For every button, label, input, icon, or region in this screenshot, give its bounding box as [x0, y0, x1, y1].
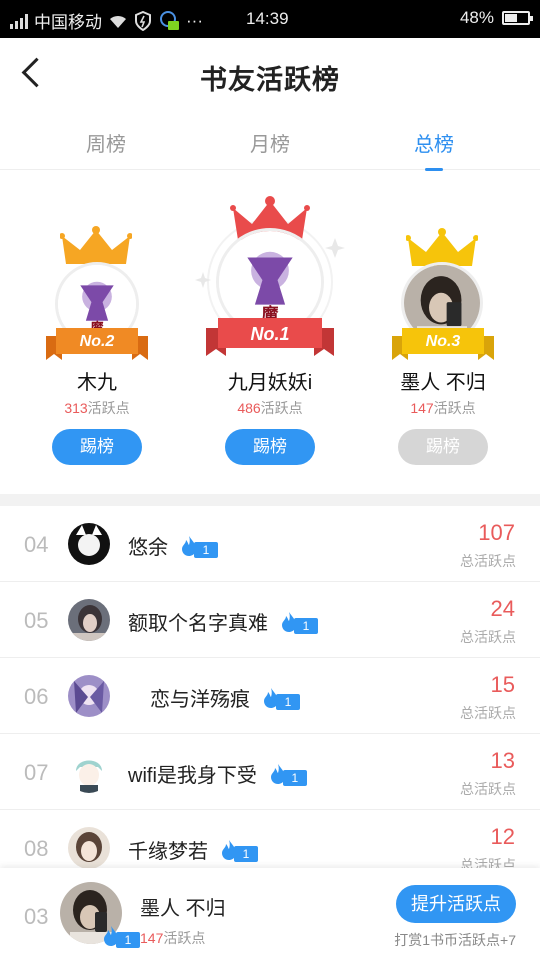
tab-total[interactable]: 总榜	[384, 128, 484, 171]
score: 24	[490, 596, 515, 621]
score-label: 总活跃点	[460, 705, 516, 721]
score: 13	[490, 748, 515, 773]
winner-name: 木九	[77, 372, 117, 394]
level-badge: 1	[262, 687, 300, 710]
clock: 14:39	[246, 9, 289, 28]
tab-bar: 周榜 月榜 总榜	[0, 112, 540, 171]
level-badge: 1	[180, 535, 218, 558]
score-label: 总活跃点	[460, 553, 516, 569]
winner-points: 313活跃点	[64, 400, 130, 416]
score-label: 总活跃点	[460, 857, 516, 868]
ranking-list: 04 悠余 1 107 总活跃点 05 额取个名字真难 1 24 总活跃点 06 恋…	[0, 506, 540, 868]
boost-activity-button[interactable]: 提升活跃点	[396, 885, 516, 923]
avatar[interactable]	[68, 599, 110, 641]
user-name-row: 恋与洋殇痕 1	[150, 683, 300, 712]
level-badge: 1	[220, 839, 258, 862]
rank-badge: No.3	[425, 333, 461, 350]
list-item[interactable]: 05 额取个名字真难 1 24 总活跃点	[0, 582, 540, 658]
avatar[interactable]	[68, 675, 110, 717]
tab-weekly[interactable]: 周榜	[56, 128, 156, 157]
battery-percent: 48%	[459, 8, 494, 27]
podium: 魔 No.2 木九 313活跃点 踢榜 魔 No.1 九	[0, 170, 540, 494]
rank-badge: No.2	[79, 333, 115, 350]
avatar[interactable]	[68, 827, 110, 868]
winner-points: 147活跃点	[410, 400, 476, 416]
list-item[interactable]: 04 悠余 1 107 总活跃点	[0, 506, 540, 582]
tab-monthly[interactable]: 月榜	[220, 128, 320, 157]
rank-number: 04	[24, 532, 49, 557]
user-name-row: 千缘梦若 1	[128, 835, 258, 864]
user-name-row: wifi是我身下受 1	[128, 759, 307, 788]
list-item[interactable]: 08 千缘梦若 1 12 总活跃点	[0, 810, 540, 868]
avatar[interactable]	[68, 523, 110, 565]
kick-button[interactable]: 踢榜	[225, 429, 315, 465]
user-name-row: 额取个名字真难 1	[128, 607, 318, 636]
more-icon: ···	[186, 10, 203, 30]
section-divider	[0, 494, 540, 506]
avatar[interactable]	[68, 751, 110, 793]
list-item[interactable]: 07 wifi是我身下受 1 13 总活跃点	[0, 734, 540, 810]
winner-points: 486活跃点	[237, 400, 303, 416]
rank-badge: No.1	[250, 324, 290, 344]
kick-button[interactable]: 踢榜	[398, 429, 488, 465]
battery-icon	[502, 11, 533, 25]
rank-number: 03	[24, 904, 49, 929]
reward-tip: 打赏1书币活跃点+7	[394, 932, 516, 948]
level-badge: 1	[269, 763, 307, 786]
crown-icon	[60, 226, 132, 264]
winner-name: 九月妖妖i	[227, 372, 313, 394]
carrier-label: 中国移动	[34, 13, 102, 32]
winner-name: 墨人 不归	[400, 372, 486, 394]
page-title: 书友活跃榜	[200, 65, 340, 95]
wifi-icon	[110, 15, 126, 28]
list-item[interactable]: 06 恋与洋殇痕 1 15 总活跃点	[0, 658, 540, 734]
user-name-row: 悠余 1	[128, 531, 218, 560]
kick-button[interactable]: 踢榜	[52, 429, 142, 465]
score-label: 总活跃点	[460, 629, 516, 645]
rank-number: 06	[24, 684, 49, 709]
rank-number: 07	[24, 760, 49, 785]
signal-icon	[10, 13, 28, 29]
shield-icon	[135, 10, 151, 31]
rank-number: 05	[24, 608, 49, 633]
level-badge: 1	[102, 926, 140, 948]
score: 15	[490, 672, 515, 697]
level-badge: 1	[280, 611, 318, 634]
nav-bar: 书友活跃榜	[0, 38, 540, 112]
score-label: 总活跃点	[460, 781, 516, 797]
user-name: 墨人 不归	[140, 898, 226, 920]
my-points: 147活跃点	[140, 930, 206, 946]
score: 12	[490, 824, 515, 849]
my-rank-bar: 03 1 墨人 不归 147活跃点 提升活跃点 打赏1书币活跃点+7	[0, 868, 540, 960]
status-bar: 中国移动 ··· 14:39 48%	[0, 0, 540, 38]
notification-icon	[160, 10, 179, 30]
score: 107	[478, 520, 515, 545]
rank-number: 08	[24, 836, 49, 861]
